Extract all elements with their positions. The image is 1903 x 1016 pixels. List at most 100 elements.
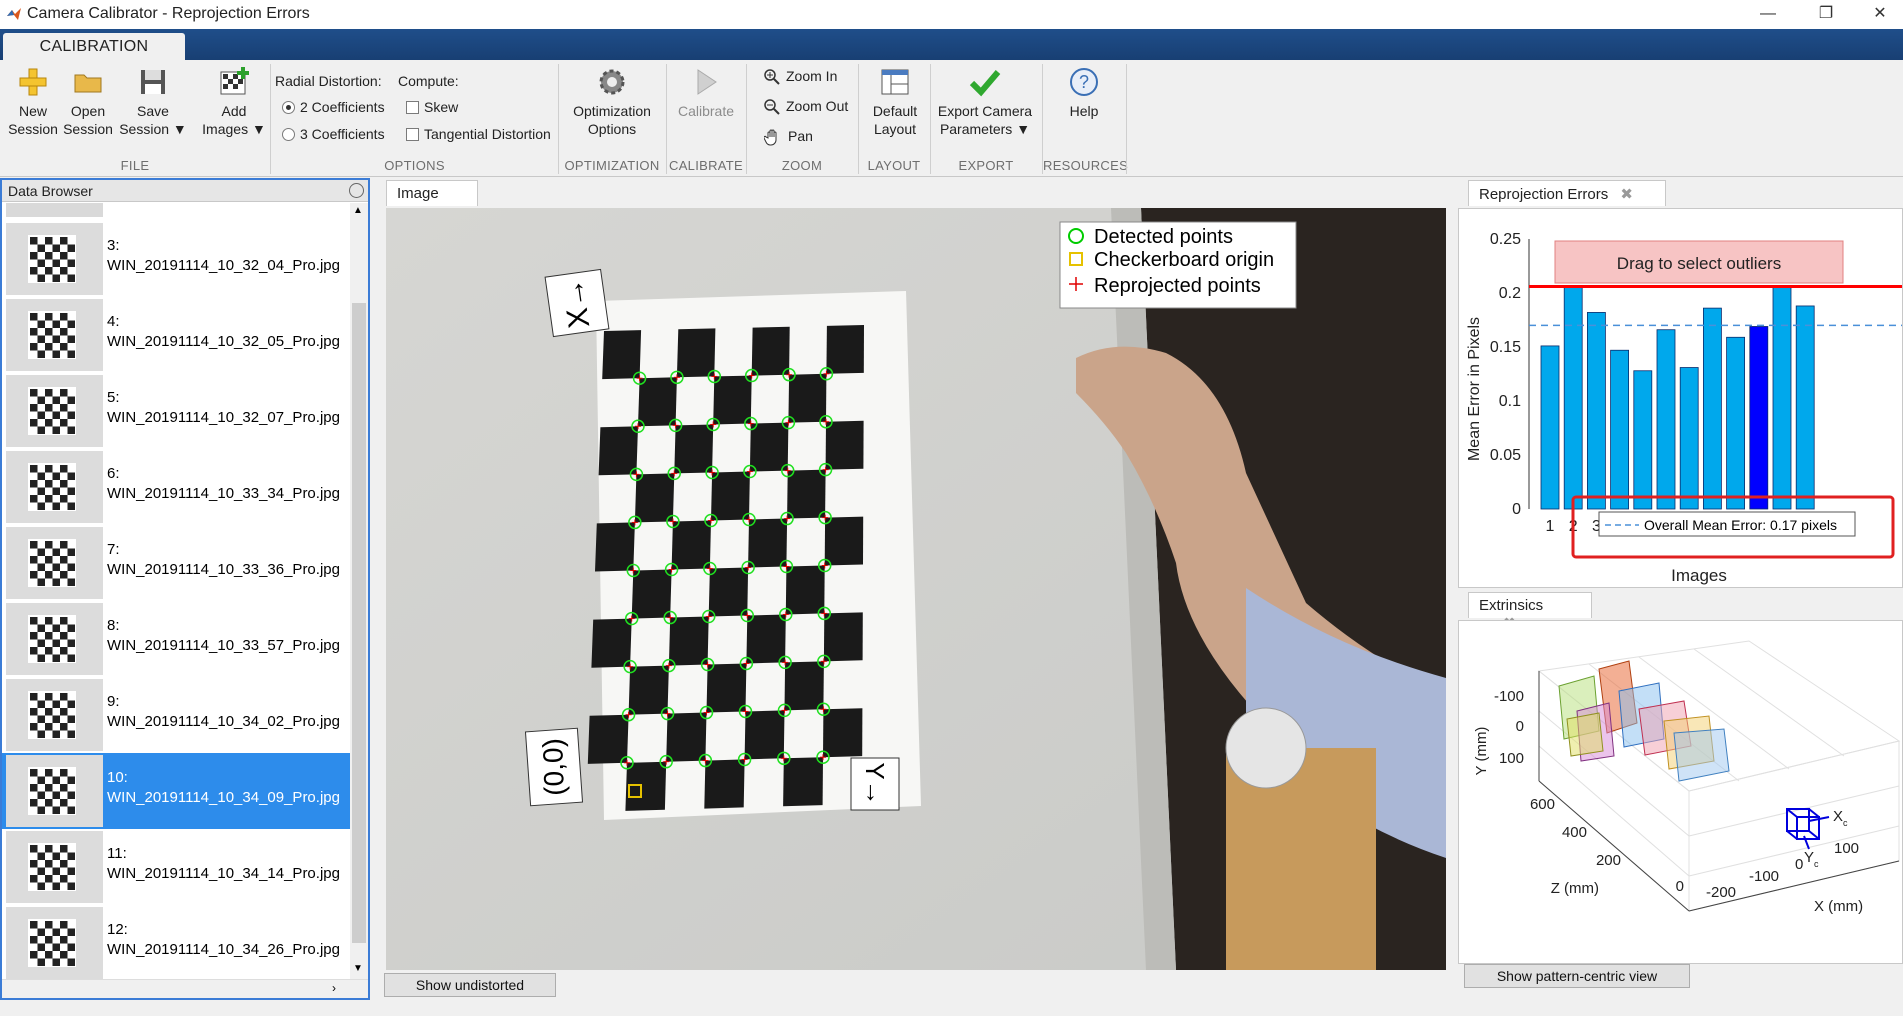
list-item[interactable]: 4: WIN_20191114_10_32_05_Pro.jpg [2,297,350,373]
calibrate-button[interactable]: Calibrate [672,66,740,120]
default-layout-button[interactable]: Default Layout [864,66,926,138]
extrinsics-plot[interactable]: X c Y c Y (mm) -100 0 100 600 400 200 0 … [1458,620,1903,964]
y-tick-label: 0.25 [1490,231,1521,248]
tab-reprojection-errors[interactable]: Reprojection Errors ✖ [1468,180,1666,206]
list-item[interactable]: 9: WIN_20191114_10_34_02_Pro.jpg [2,677,350,753]
pan-button[interactable]: Pan [763,128,813,146]
checker-square [746,614,786,664]
checker-square [591,618,632,668]
list-item[interactable]: 8: WIN_20191114_10_33_57_Pro.jpg [2,601,350,677]
image-legend: Detected points Checkerboard origin Repr… [1059,221,1297,309]
calibration-planes [1558,660,1730,782]
thumbnail [6,451,103,523]
optimization-options-button[interactable]: Optimization Options [564,66,660,138]
image-number: 4: [107,313,120,330]
layout-section-label: LAYOUT [867,158,921,173]
zoom-out-button[interactable]: Zoom Out [764,98,848,116]
skew-label: Skew [424,99,459,115]
tab-extrinsics[interactable]: Extrinsics ✖ [1468,592,1592,632]
scrollbar-thumb[interactable] [352,303,366,943]
export-dropdown-icon[interactable]: ▼ [1016,121,1030,137]
list-item[interactable]: 7: WIN_20191114_10_33_36_Pro.jpg [2,525,350,601]
image-list[interactable]: 3: WIN_20191114_10_32_04_Pro.jpg 4: WIN_201… [2,203,350,979]
error-bar[interactable] [1726,336,1746,510]
x-tick: -200 [1706,884,1736,901]
camera-y-sub: c [1814,859,1819,869]
error-bar[interactable] [1772,285,1792,510]
camera-x-label: X [1833,808,1843,825]
save-dropdown-icon[interactable]: ▼ [173,121,187,137]
scroll-right-icon[interactable]: › [332,981,336,995]
extrinsics-3d-view[interactable]: X c Y c Y (mm) -100 0 100 600 400 200 0 … [1459,621,1902,963]
tab-calibration[interactable]: CALIBRATION [3,33,185,60]
list-item[interactable]: 3: WIN_20191114_10_32_04_Pro.jpg [2,221,350,297]
checker-square [704,759,745,809]
show-pattern-centric-view-button[interactable]: Show pattern-centric view [1464,964,1690,988]
open-session-button[interactable]: Open Session [60,66,116,138]
checker-square [676,328,716,378]
y-tick-label: 0 [1512,501,1521,518]
reprojection-errors-panel: Reprojection Errors ✖ 0 0.05 0.1 0.15 0.2 0.2… [1458,178,1903,588]
add-images-label-1: Add [221,103,247,119]
minimize-icon[interactable]: — [1748,2,1788,26]
error-bar[interactable] [1610,349,1630,510]
export-camera-parameters-button[interactable]: Export Camera Parameters ▼ [934,66,1036,138]
checker-square [749,422,789,472]
list-item[interactable]: 11: WIN_20191114_10_34_14_Pro.jpg [2,829,350,905]
tangential-distortion-label: Tangential Distortion [424,126,551,142]
image-filename: WIN_20191114_10_33_34_Pro.jpg [107,485,340,502]
image-number: 6: [107,465,120,482]
checker-square [824,516,864,566]
error-bar[interactable] [1586,312,1606,510]
help-button[interactable]: ? Help [1054,66,1114,120]
y-axis: 0 0.05 0.1 0.15 0.2 0.25 [1490,231,1530,518]
reprojection-plot[interactable]: 00.050.10.150.20.25 123456789101112 Drag… [1458,208,1903,588]
zoom-in-button[interactable]: Zoom In [764,68,837,86]
error-bar[interactable] [1679,367,1699,510]
add-images-dropdown-icon[interactable]: ▼ [252,121,266,137]
show-undistorted-button[interactable]: Show undistorted [384,973,556,997]
save-session-button[interactable]: Save Session ▼ [118,66,188,138]
list-item[interactable]: 10: WIN_20191114_10_34_09_Pro.jpg [2,753,350,829]
calibration-image[interactable]: X→ (0,0) Y→ Detected points Checkerboard… [386,208,1446,970]
tangential-distortion-checkbox[interactable] [406,128,419,141]
panel-menu-icon[interactable] [349,183,364,198]
image-number: 11: [107,845,127,862]
horizontal-scrollbar[interactable]: › [2,979,368,998]
camera-y-label: Y [1804,849,1814,866]
error-bar[interactable] [1749,326,1769,510]
error-bar[interactable] [1563,287,1583,510]
maximize-icon[interactable]: ❐ [1806,2,1846,26]
matlab-logo-icon [7,8,21,20]
scroll-up-icon[interactable]: ▲ [353,205,363,216]
reprojection-bar-chart[interactable]: 00.050.10.150.20.25 123456789101112 Drag… [1459,209,1902,587]
tab-image[interactable]: Image [386,180,478,206]
radio-3-coefficients[interactable] [282,128,295,141]
add-images-label-2: Images [202,121,249,137]
error-bar[interactable] [1540,345,1560,510]
skew-checkbox[interactable] [406,101,419,114]
legend-origin: Checkerboard origin [1094,249,1274,271]
vertical-scrollbar[interactable]: ▲ ▼ [350,203,368,979]
close-tab-icon[interactable]: ✖ [1620,186,1633,203]
scroll-down-icon[interactable]: ▼ [353,963,363,974]
close-icon[interactable]: ✕ [1860,2,1900,26]
x-axis-label: Images [1671,566,1727,585]
list-item[interactable]: 12: WIN_20191114_10_34_26_Pro.jpg [2,905,350,979]
error-bar[interactable] [1795,305,1815,510]
list-item[interactable]: 5: WIN_20191114_10_32_07_Pro.jpg [2,373,350,449]
export-label-2: Parameters [939,121,1013,137]
list-item[interactable] [2,203,350,219]
error-bar[interactable] [1702,307,1722,510]
error-bar[interactable] [1633,370,1653,510]
add-images-button[interactable]: Add Images ▼ [198,66,270,138]
data-browser-title: Data Browser [8,183,93,199]
image-filename: WIN_20191114_10_32_04_Pro.jpg [107,257,340,274]
new-session-button[interactable]: New Session [6,66,60,138]
save-session-label-1: Save [137,103,169,119]
checker-square [748,518,788,568]
error-bar[interactable] [1656,329,1676,510]
gear-icon [599,69,625,95]
radio-2-coefficients[interactable] [282,101,295,114]
list-item[interactable]: 6: WIN_20191114_10_33_34_Pro.jpg [2,449,350,525]
